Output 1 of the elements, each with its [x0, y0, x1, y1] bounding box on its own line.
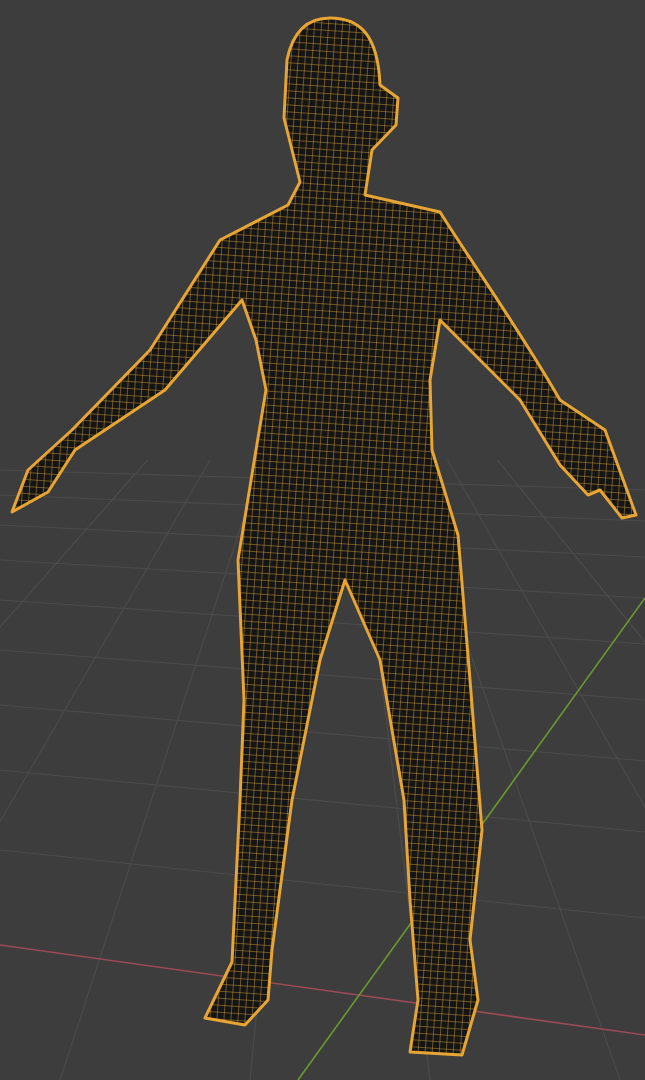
- wireframe-figure-drawing[interactable]: [10, 16, 638, 1057]
